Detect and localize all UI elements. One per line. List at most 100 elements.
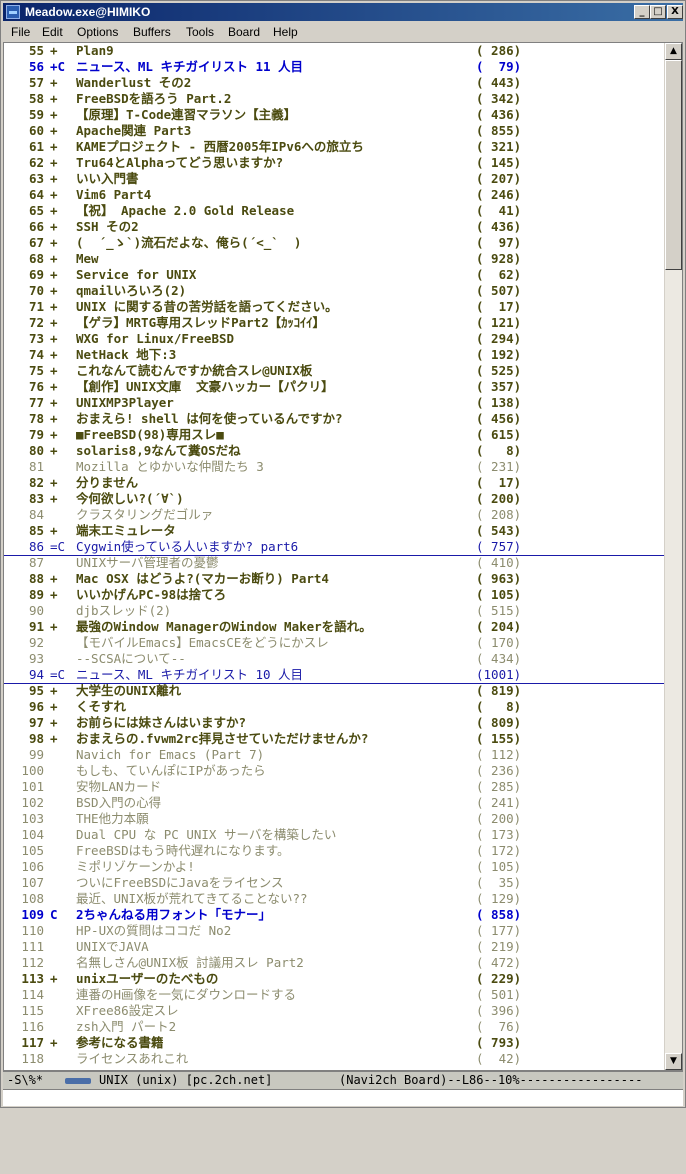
thread-row[interactable]: 65 + 【祝】 Apache 2.0 Gold Release ( 41) — [4, 203, 664, 219]
maximize-button[interactable]: □ — [650, 5, 666, 19]
thread-row[interactable]: 102 BSD入門の心得 ( 241) — [4, 795, 664, 811]
thread-row[interactable]: 111 UNIXでJAVA ( 219) — [4, 939, 664, 955]
thread-row[interactable]: 112 名無しさん@UNIX板 討議用スレ Part2 ( 472) — [4, 955, 664, 971]
menu-edit[interactable]: Edit — [42, 25, 63, 39]
menu-board[interactable]: Board — [228, 25, 260, 39]
thread-row[interactable]: 117 + 参考になる書籍 ( 793) — [4, 1035, 664, 1051]
thread-count: ( 246) — [476, 187, 522, 202]
thread-row[interactable]: 55 + Plan9 ( 286) — [4, 43, 664, 59]
thread-row[interactable]: 87 UNIXサーバ管理者の憂鬱 ( 410) — [4, 555, 664, 571]
scroll-down-icon[interactable]: ▼ — [665, 1053, 682, 1070]
thread-row[interactable]: 113 + unixユーザーのたべもの ( 229) — [4, 971, 664, 987]
title-bar[interactable]: Meadow.exe@HIMIKO _ □ X — [3, 3, 683, 21]
thread-row[interactable]: 69 + Service for UNIX ( 62) — [4, 267, 664, 283]
thread-row[interactable]: 88 + Mac OSX はどうよ?(マカーお断り) Part4 ( 963) — [4, 571, 664, 587]
thread-row[interactable]: 105 FreeBSDはもう時代遅れになります。 ( 172) — [4, 843, 664, 859]
thread-row[interactable]: 63 + いい入門書 ( 207) — [4, 171, 664, 187]
minimize-button[interactable]: _ — [634, 5, 650, 19]
thread-row[interactable]: 99 Navich for Emacs (Part 7) ( 112) — [4, 747, 664, 763]
thread-row[interactable]: 66 + SSH その2 ( 436) — [4, 219, 664, 235]
thread-count: ( 129) — [476, 891, 522, 906]
thread-row[interactable]: 92 【モバイルEmacs】EmacsCEをどうにかスレ ( 170) — [4, 635, 664, 651]
thread-row[interactable]: 78 + おまえら! shell は何を使っているんですか? ( 456) — [4, 411, 664, 427]
thread-mark: + — [50, 619, 58, 634]
thread-row[interactable]: 95 + 大学生のUNIX離れ ( 819) — [4, 683, 664, 699]
thread-title: Dual CPU な PC UNIX サーバを構築したい — [76, 827, 337, 842]
thread-row[interactable]: 79 + ■FreeBSD(98)専用スレ■ ( 615) — [4, 427, 664, 443]
thread-number: 110 — [21, 923, 44, 938]
thread-row[interactable]: 89 + いいかげんPC-98は捨てろ ( 105) — [4, 587, 664, 603]
menu-tools[interactable]: Tools — [186, 25, 214, 39]
thread-number: 104 — [21, 827, 44, 842]
thread-count: ( 757) — [476, 539, 522, 554]
thread-row[interactable]: 97 + お前らには妹さんはいますか? ( 809) — [4, 715, 664, 731]
thread-count: ( 515) — [476, 603, 522, 618]
thread-row[interactable]: 72 + 【ゲラ】MRTG専用スレッドPart2【ｶｯｺｲｲ】 ( 121) — [4, 315, 664, 331]
scroll-up-icon[interactable]: ▲ — [665, 43, 682, 60]
thread-row[interactable]: 68 + Mew ( 928) — [4, 251, 664, 267]
thread-row[interactable]: 90 djbスレッド(2) ( 515) — [4, 603, 664, 619]
thread-row[interactable]: 108 最近、UNIX板が荒れてきてることない?? ( 129) — [4, 891, 664, 907]
thread-row[interactable]: 57 + Wanderlust その2 ( 443) — [4, 75, 664, 91]
vertical-scrollbar[interactable]: ▲ ▼ — [664, 43, 682, 1070]
menu-buffers[interactable]: Buffers — [133, 25, 171, 39]
thread-count: ( 342) — [476, 91, 522, 106]
thread-row[interactable]: 60 + Apache関連 Part3 ( 855) — [4, 123, 664, 139]
thread-title: qmailいろいろ(2) — [76, 283, 187, 298]
thread-row[interactable]: 110 HP-UXの質問はココだ No2 ( 177) — [4, 923, 664, 939]
thread-row[interactable]: 91 + 最強のWindow ManagerのWindow Makerを語れ。 ( 2… — [4, 619, 664, 635]
thread-row[interactable]: 85 + 端末エミュレータ ( 543) — [4, 523, 664, 539]
thread-row[interactable]: 104 Dual CPU な PC UNIX サーバを構築したい ( 173) — [4, 827, 664, 843]
thread-row[interactable]: 101 安物LANカード ( 285) — [4, 779, 664, 795]
thread-row[interactable]: 94 =C ニュース、ML キチガイリスト 10 人目 (1001) — [4, 667, 664, 684]
thread-row[interactable]: 100 もしも、ていんぽにIPがあったら ( 236) — [4, 763, 664, 779]
thread-row[interactable]: 76 + 【創作】UNIX文庫 文豪ハッカー【パクリ】 ( 357) — [4, 379, 664, 395]
menu-file[interactable]: File — [11, 25, 30, 39]
thread-count: ( 173) — [476, 827, 522, 842]
thread-row[interactable]: 70 + qmailいろいろ(2) ( 507) — [4, 283, 664, 299]
thread-row[interactable]: 64 + Vim6 Part4 ( 246) — [4, 187, 664, 203]
thread-count: ( 456) — [476, 411, 522, 426]
thread-row[interactable]: 71 + UNIX に関する昔の苦労話を語ってください。 ( 17) — [4, 299, 664, 315]
thread-row[interactable]: 67 + ( ´_ゝ`)流石だよな、俺ら(´<_` ) ( 97) — [4, 235, 664, 251]
thread-row[interactable]: 98 + おまえらの.fvwm2rc拝見させていただけませんか? ( 155) — [4, 731, 664, 747]
thread-row[interactable]: 74 + NetHack 地下:3 ( 192) — [4, 347, 664, 363]
thread-row[interactable]: 80 + solaris8,9なんて糞OSだね ( 8) — [4, 443, 664, 459]
thread-number: 64 — [28, 187, 44, 202]
thread-title: 連番のH画像を一気にダウンロードする — [76, 987, 297, 1002]
thread-row[interactable]: 118 ライセンスあれこれ ( 42) — [4, 1051, 664, 1067]
thread-title: HP-UXの質問はココだ No2 — [76, 923, 232, 938]
thread-row[interactable]: 114 連番のH画像を一気にダウンロードする ( 501) — [4, 987, 664, 1003]
thread-mark: + — [50, 315, 58, 330]
thread-count: ( 105) — [476, 859, 522, 874]
thread-row[interactable]: 59 + 【原理】T-Code連習マラソン【主義】 ( 436) — [4, 107, 664, 123]
thread-title: いいかげんPC-98は捨てろ — [76, 587, 227, 602]
thread-row[interactable]: 86 =C Cygwin使っている人いますか? part6 ( 757) — [4, 539, 664, 556]
menu-options[interactable]: Options — [77, 25, 118, 39]
thread-row[interactable]: 106 ミポリゾケーンかよ! ( 105) — [4, 859, 664, 875]
thread-row[interactable]: 81 Mozilla とゆかいな仲間たち 3 ( 231) — [4, 459, 664, 475]
thread-row[interactable]: 61 + KAMEプロジェクト - 西暦2005年IPv6への旅立ち ( 321) — [4, 139, 664, 155]
thread-row[interactable]: 73 + WXG for Linux/FreeBSD ( 294) — [4, 331, 664, 347]
close-button[interactable]: X — [667, 5, 683, 19]
scroll-thumb[interactable] — [665, 60, 682, 270]
thread-row[interactable]: 82 + 分りません ( 17) — [4, 475, 664, 491]
minibuffer[interactable] — [3, 1089, 683, 1106]
thread-row[interactable]: 115 XFree86設定スレ ( 396) — [4, 1003, 664, 1019]
thread-row[interactable]: 77 + UNIXMP3Player ( 138) — [4, 395, 664, 411]
thread-row[interactable]: 56 +C ニュース、ML キチガイリスト 11 人目 ( 79) — [4, 59, 664, 75]
thread-row[interactable]: 75 + これなんて読むんですか統合スレ@UNIX板 ( 525) — [4, 363, 664, 379]
thread-mark: + — [50, 219, 58, 234]
thread-row[interactable]: 116 zsh入門 パート2 ( 76) — [4, 1019, 664, 1035]
thread-row[interactable]: 93 --SCSAについて-- ( 434) — [4, 651, 664, 667]
thread-row[interactable]: 83 + 今何欲しい?(´∀`) ( 200) — [4, 491, 664, 507]
thread-row[interactable]: 84 クラスタリングだゴルァ ( 208) — [4, 507, 664, 523]
thread-row[interactable]: 62 + Tru64とAlphaってどう思いますか? ( 145) — [4, 155, 664, 171]
thread-row[interactable]: 58 + FreeBSDを語ろう Part.2 ( 342) — [4, 91, 664, 107]
thread-number: 63 — [28, 171, 44, 186]
thread-row[interactable]: 103 THE他力本願 ( 200) — [4, 811, 664, 827]
thread-row[interactable]: 109 C 2ちゃんねる用フォント「モナー」 ( 858) — [4, 907, 664, 923]
menu-help[interactable]: Help — [273, 25, 298, 39]
thread-row[interactable]: 96 + くそすれ ( 8) — [4, 699, 664, 715]
thread-row[interactable]: 107 ついにFreeBSDにJavaをライセンス ( 35) — [4, 875, 664, 891]
